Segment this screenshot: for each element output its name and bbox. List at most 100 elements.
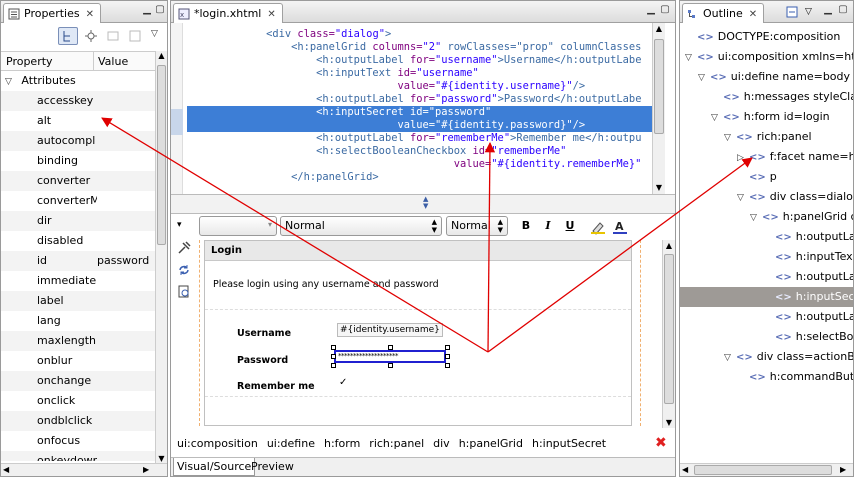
username-input[interactable]: #{identity.username} <box>337 323 443 337</box>
property-row[interactable]: onchange <box>1 371 157 391</box>
property-row[interactable]: binding <box>1 151 157 171</box>
code-line[interactable]: <h:outputLabel for="username">Username</… <box>191 54 641 67</box>
breadcrumb-item[interactable]: h:inputSecret <box>532 437 606 450</box>
outline-node[interactable]: ▽ <> h:panelGrid c <box>680 207 853 227</box>
refresh-icon[interactable] <box>177 263 191 277</box>
breadcrumb-item[interactable]: div <box>433 437 450 450</box>
scroll-up-icon[interactable]: ▲ <box>653 24 665 33</box>
properties-hscrollbar[interactable]: ◀ ▶ <box>1 463 167 476</box>
scroll-right-icon[interactable]: ▶ <box>143 465 149 474</box>
outline-node[interactable]: <> h:outputLa <box>680 307 853 327</box>
property-row[interactable]: disabled <box>1 231 157 251</box>
resize-handle[interactable] <box>331 363 336 368</box>
outline-node[interactable]: <> DOCTYPE:composition <box>680 27 853 47</box>
outline-node[interactable]: <> h:selectBo <box>680 327 853 347</box>
outline-node[interactable]: <> p <box>680 167 853 187</box>
code-line[interactable]: <h:outputLabel for="rememberMe">Remember… <box>191 132 641 145</box>
property-row[interactable]: onblur <box>1 351 157 371</box>
outline-node[interactable]: ▷ <> f:facet name=h <box>680 147 853 167</box>
font-family-select[interactable]: ▾ <box>199 216 277 236</box>
style-select[interactable]: Normal ▲ ▼ <box>280 216 442 236</box>
preview-page-icon[interactable] <box>177 285 191 299</box>
code-line[interactable]: value="#{identity.password}"/> <box>187 119 661 132</box>
minimize-icon[interactable]: ▁ <box>141 5 153 16</box>
outline-node[interactable]: ▽ <> ui:define name=body <box>680 67 853 87</box>
breadcrumb-item[interactable]: rich:panel <box>369 437 424 450</box>
property-row[interactable]: lang <box>1 311 157 331</box>
outline-node[interactable]: ▽ <> div class=dialog <box>680 187 853 207</box>
property-row[interactable]: autocompl <box>1 131 157 151</box>
view-menu-icon[interactable]: ▽ <box>805 7 812 17</box>
maximize-icon[interactable]: ▢ <box>837 5 849 16</box>
property-row[interactable]: onfocus <box>1 431 157 451</box>
minimize-icon[interactable]: ▁ <box>645 5 657 16</box>
bold-button[interactable]: B <box>517 216 535 236</box>
outline-node[interactable]: ▽ <> rich:panel <box>680 127 853 147</box>
outline-node[interactable]: <> h:outputLa <box>680 227 853 247</box>
outline-node[interactable]: <> h:inputTex <box>680 247 853 267</box>
font-color-icon[interactable]: A <box>612 219 628 235</box>
collapse-all-icon[interactable] <box>786 6 798 18</box>
close-icon[interactable]: ✕ <box>267 9 275 20</box>
visual-scrollbar[interactable]: ▲ ▼ <box>662 240 675 428</box>
code-line[interactable]: <h:inputSecret id="password" <box>187 106 661 119</box>
column-divider[interactable] <box>93 52 94 71</box>
breadcrumb-item[interactable]: ui:composition <box>177 437 258 450</box>
code-line[interactable]: <h:panelGrid columns="2" rowClasses="pro… <box>191 41 641 54</box>
scrollbar-thumb[interactable] <box>664 254 674 404</box>
scrollbar-thumb[interactable] <box>694 465 832 475</box>
italic-button[interactable]: I <box>539 216 557 236</box>
close-icon[interactable]: ✕ <box>749 9 757 20</box>
property-row[interactable]: immediate <box>1 271 157 291</box>
code-line[interactable]: <div class="dialog"> <box>191 28 391 41</box>
code-line[interactable]: </h:panelGrid> <box>191 171 379 184</box>
resize-handle[interactable] <box>331 345 336 350</box>
property-row[interactable]: converterM <box>1 191 157 211</box>
code-line[interactable]: <h:inputText id="username" <box>191 67 479 80</box>
tab-visual-source[interactable]: Visual/Source <box>173 458 256 476</box>
restore-default-icon[interactable] <box>106 29 120 43</box>
tree-toggle-icon[interactable]: ▷ <box>737 148 749 168</box>
scroll-down-icon[interactable]: ▼ <box>653 183 665 192</box>
outline-node[interactable]: ▽ <> div class=actionBu <box>680 347 853 367</box>
resize-handle[interactable] <box>445 345 450 350</box>
scroll-left-icon[interactable]: ◀ <box>3 465 9 474</box>
breadcrumb-item[interactable]: ui:define <box>267 437 315 450</box>
outline-node[interactable]: <> h:outputLa <box>680 267 853 287</box>
password-input[interactable]: ******************** <box>334 350 446 363</box>
property-row[interactable]: accesskey <box>1 91 157 111</box>
scrollbar-thumb[interactable] <box>157 65 166 245</box>
outline-hscrollbar[interactable]: ◀ ▶ <box>680 463 853 476</box>
code-line[interactable]: <h:outputLabel for="password">Password</… <box>191 93 641 106</box>
tree-toggle-icon[interactable]: ▽ <box>737 188 749 208</box>
resize-handle[interactable] <box>331 354 336 359</box>
tree-toggle-icon[interactable]: ▽ <box>724 348 736 368</box>
resize-handle[interactable] <box>445 363 450 368</box>
code-line[interactable]: value="#{identity.rememberMe}" <box>191 158 642 171</box>
outline-node[interactable]: ▽<>ui:composition xmlns=http: <box>680 47 853 67</box>
toolbar-dropdown-icon[interactable]: ▾ <box>177 220 182 230</box>
scroll-down-icon[interactable]: ▼ <box>663 418 675 427</box>
code-lines[interactable]: <div class="dialog"> <h:panelGrid column… <box>187 28 661 193</box>
tab-outline[interactable]: Outline ✕ <box>682 3 765 23</box>
property-row[interactable]: id password <box>1 251 157 271</box>
close-breadcrumb-icon[interactable]: ✖ <box>655 435 667 451</box>
scroll-up-icon[interactable]: ▲ <box>663 241 675 250</box>
visual-canvas[interactable]: Login Please login using any username an… <box>199 240 659 426</box>
maximize-icon[interactable]: ▢ <box>154 5 166 16</box>
property-row[interactable]: alt <box>1 111 157 131</box>
property-value[interactable]: password <box>97 251 149 271</box>
scroll-right-icon[interactable]: ▶ <box>840 465 846 474</box>
tree-toggle-icon[interactable]: ▽ <box>724 128 736 148</box>
pane-splitter[interactable]: ▲ ▼ <box>171 194 675 214</box>
properties-group-attributes[interactable]: ▽ Attributes <box>1 71 157 91</box>
tab-login-xhtml[interactable]: x *login.xhtml ✕ <box>173 3 283 23</box>
breadcrumb-item[interactable]: h:panelGrid <box>459 437 523 450</box>
advanced-properties-icon[interactable] <box>84 29 98 43</box>
property-row[interactable]: label <box>1 291 157 311</box>
tab-preview[interactable]: Preview <box>249 458 296 476</box>
property-row[interactable]: dir <box>1 211 157 231</box>
resize-handle[interactable] <box>388 363 393 368</box>
column-header-value[interactable]: Value <box>98 55 128 68</box>
code-line[interactable]: <h:selectBooleanCheckbox id="rememberMe" <box>191 145 566 158</box>
